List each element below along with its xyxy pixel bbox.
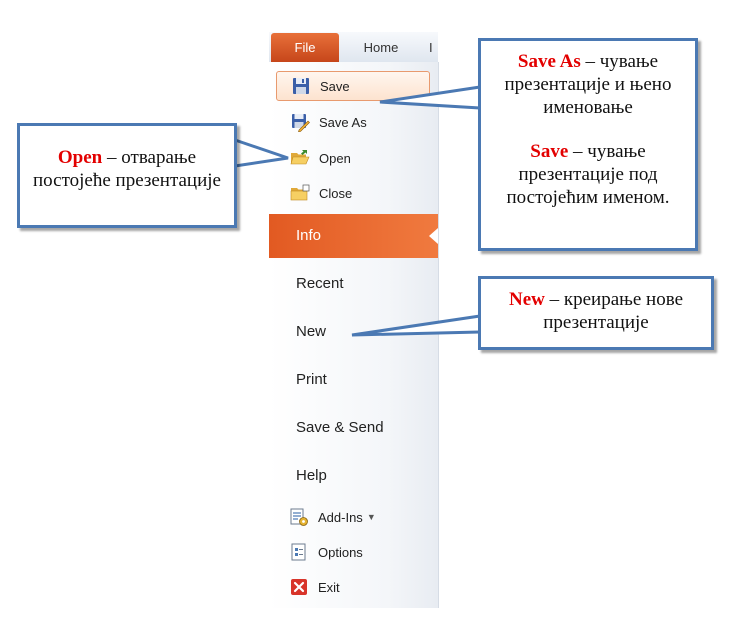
open-callout: Open – отварање постојеће презентације (17, 123, 237, 228)
save-label: Save (320, 78, 350, 94)
close-label: Close (319, 185, 353, 201)
ribbon-tab-strip: File Home I (269, 32, 438, 63)
add-ins-label: Add-Ins (318, 509, 363, 525)
nav-help-label: Help (296, 467, 327, 484)
nav-new-label: New (296, 323, 327, 340)
save-term: Save (530, 141, 569, 162)
options-icon (289, 542, 309, 562)
save-as-label: Save As (319, 114, 367, 130)
nav-info[interactable]: Info (269, 214, 438, 258)
save-callout-text: Save – чување презентације под постојећи… (481, 119, 695, 209)
nav-print-label: Print (296, 371, 327, 388)
open-folder-icon (290, 148, 310, 168)
save-as-command[interactable]: Save As (276, 108, 428, 136)
options-label: Options (318, 544, 363, 560)
nav-save-send[interactable]: Save & Send (269, 406, 438, 450)
exit-command[interactable]: Exit (289, 573, 340, 601)
nav-save-send-label: Save & Send (296, 419, 384, 436)
close-command[interactable]: Close (276, 179, 428, 207)
nav-info-label: Info (296, 227, 322, 244)
new-desc: – креирање нове презентације (543, 289, 684, 333)
exit-label: Exit (318, 579, 340, 595)
chevron-down-icon: ▼ (366, 512, 376, 522)
save-as-term: Save As (517, 51, 581, 72)
backstage-nav: Save Save As Open Close Info Recent New … (269, 62, 439, 608)
nav-help[interactable]: Help (269, 454, 438, 498)
new-callout: New – креирање нове презентације (478, 276, 714, 350)
options-command[interactable]: Options (289, 538, 363, 566)
save-as-icon (290, 112, 310, 133)
save-as-callout: Save As – чување презентације и њено име… (478, 38, 698, 251)
selected-notch-icon (429, 228, 438, 244)
exit-icon (289, 577, 309, 597)
save-as-callout-text: Save As – чување презентације и њено име… (481, 50, 695, 119)
nav-recent[interactable]: Recent (269, 262, 438, 306)
new-term: New (508, 289, 545, 310)
tab-partial[interactable]: I (429, 33, 438, 62)
tab-home[interactable]: Home (349, 33, 413, 62)
open-label: Open (319, 150, 351, 166)
add-ins-command[interactable]: Add-Ins ▼ (289, 503, 376, 531)
open-command[interactable]: Open (276, 144, 428, 172)
floppy-disk-icon (291, 76, 311, 96)
nav-recent-label: Recent (296, 275, 344, 292)
nav-new[interactable]: New (269, 310, 438, 354)
nav-print[interactable]: Print (269, 358, 438, 402)
close-folder-icon (290, 183, 310, 203)
save-command[interactable]: Save (276, 71, 430, 101)
tab-file[interactable]: File (271, 33, 339, 62)
open-term: Open (57, 147, 103, 168)
add-ins-icon (289, 507, 309, 527)
